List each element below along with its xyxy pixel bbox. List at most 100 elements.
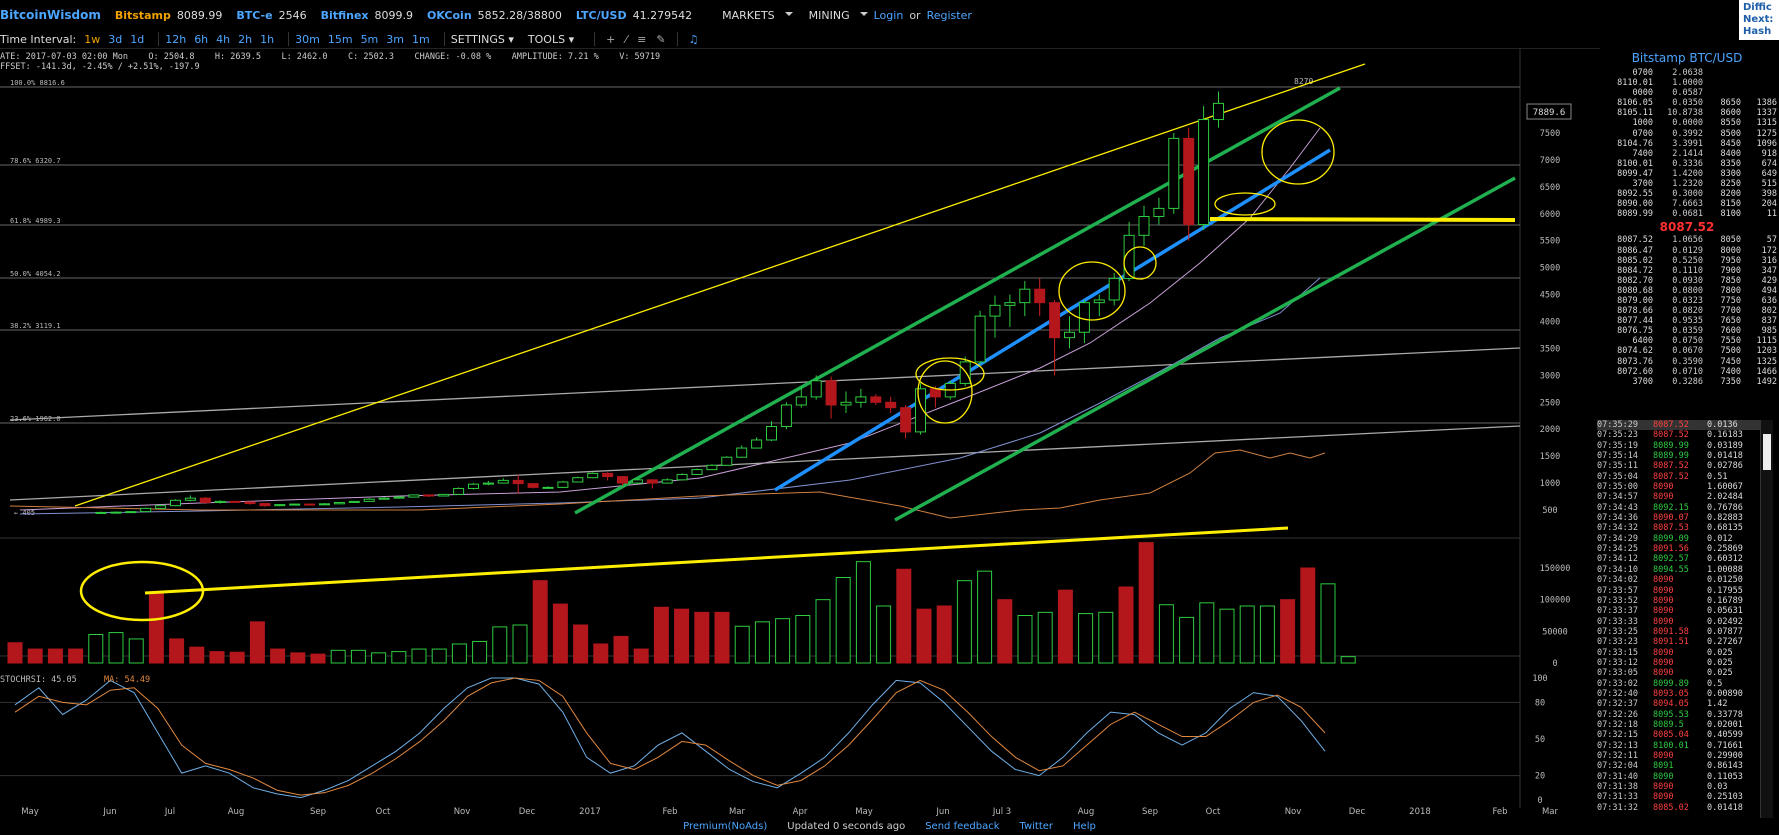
trades-scrollbar[interactable] (1760, 420, 1773, 818)
trade-price: 8087.52 (1653, 420, 1689, 430)
trade-time: 07:31:33 (1597, 792, 1638, 803)
trade-time: 07:31:38 (1597, 782, 1638, 793)
mining-menu[interactable]: MINING (809, 9, 868, 22)
ticker-exchange[interactable]: Bitstamp (115, 9, 171, 22)
trade-row: 07:33:05 8090 0.025 (1597, 668, 1765, 678)
register-link[interactable]: Register (927, 9, 972, 22)
login-link[interactable]: Login (874, 9, 904, 22)
settings-menu[interactable]: SETTINGS ▾ (451, 33, 514, 46)
orderbook-cell: 0.3286 (1672, 376, 1703, 387)
orderbook-cell: 7400 (1632, 148, 1653, 159)
price-tick-label: 5500 (1540, 237, 1560, 247)
interval-1w[interactable]: 1w (84, 33, 100, 46)
trade-price: 8087.53 (1653, 523, 1689, 534)
trade-price: 8090 (1653, 606, 1674, 617)
interval-6h[interactable]: 6h (194, 33, 208, 46)
trade-row: 07:33:23 8091.51 0.27267 (1597, 637, 1765, 647)
price-tick-label: 3500 (1540, 344, 1560, 354)
fib-tool-icon[interactable]: ≡ (637, 33, 646, 46)
draw-tool-icon[interactable]: ✎ (656, 33, 665, 46)
candle-body (170, 499, 181, 507)
candle-body (840, 401, 852, 406)
orderbook-cell: 8000 (1720, 245, 1741, 256)
candle-body (1153, 207, 1165, 217)
trade-price: 8090 (1653, 482, 1674, 493)
volume-bar (1098, 611, 1114, 664)
volume-bar (310, 653, 326, 664)
volume-bar (936, 605, 952, 664)
interval-12h[interactable]: 12h (165, 33, 186, 46)
candle-body (497, 479, 509, 484)
orderbook-cell: 0.5250 (1672, 255, 1703, 266)
interval-30m[interactable]: 30m (295, 33, 320, 46)
help-link[interactable]: Help (1073, 821, 1096, 832)
tools-menu[interactable]: TOOLS ▾ (528, 33, 574, 46)
orderbook-title: Bitstamp BTC/USD (1631, 51, 1743, 65)
trade-time: 07:33:57 (1597, 585, 1638, 596)
interval-5m[interactable]: 5m (361, 33, 379, 46)
trade-price: 8091.56 (1653, 544, 1689, 555)
candle-body (1019, 288, 1031, 304)
trade-time: 07:35:00 (1597, 482, 1638, 493)
interval-3m[interactable]: 3m (386, 33, 404, 46)
price-chart[interactable]: 100.0% 8816.6 78.6% 6320.7 61.8% 4989.3 50.… (0, 48, 1595, 818)
candle-body (646, 479, 658, 484)
trade-time: 07:35:19 (1597, 440, 1638, 451)
candle-body (870, 396, 882, 403)
volume-bar (290, 652, 306, 664)
candle-body (1093, 299, 1105, 304)
candle-body (110, 511, 122, 514)
trade-time: 07:33:25 (1597, 626, 1638, 637)
feedback-link[interactable]: Send feedback (925, 821, 999, 832)
trade-price: 8093.05 (1653, 688, 1689, 699)
trade-row: 07:33:15 8090 0.025 (1597, 648, 1765, 658)
interval-1m[interactable]: 1m (412, 33, 430, 46)
interval-1d[interactable]: 1d (130, 33, 144, 46)
ticker-exchange[interactable]: LTC/USD (576, 9, 627, 22)
interval-4h[interactable]: 4h (216, 33, 230, 46)
orderbook-cell: 8079.00 (1617, 295, 1653, 306)
trade-amount: 0.01250 (1707, 575, 1743, 586)
volume-bar (270, 648, 286, 664)
trade-row: 07:32:13 8100.01 0.71661 (1597, 741, 1765, 751)
orderbook-cell: 0.0820 (1672, 306, 1703, 317)
interval-1h[interactable]: 1h (260, 33, 274, 46)
fib-label: 50.0% 4054.2 (10, 270, 61, 278)
candle-body (915, 388, 926, 433)
site-logo[interactable]: BitcoinWisdom (0, 8, 101, 22)
candle-body (825, 380, 837, 406)
scroll-thumb[interactable] (1763, 434, 1771, 470)
fib-label: 61.8% 4989.3 (10, 217, 61, 225)
trade-amount: 0.03 (1707, 782, 1728, 793)
orderbook-cell: 0.3000 (1672, 189, 1703, 200)
orderbook-cell: 8450 (1720, 138, 1741, 149)
interval-15m[interactable]: 15m (328, 33, 353, 46)
markets-menu[interactable]: MARKETS (722, 9, 793, 22)
volume-bar (1340, 656, 1356, 664)
volume-bar (512, 624, 528, 664)
trade-time: 07:34:43 (1597, 502, 1638, 513)
interval-2h[interactable]: 2h (238, 33, 252, 46)
volume-bar (956, 580, 972, 664)
trade-time: 07:32:18 (1597, 719, 1638, 730)
interval-3d[interactable]: 3d (108, 33, 122, 46)
trade-amount: 0.025 (1707, 647, 1733, 658)
trade-row: 07:31:38 8090 0.03 (1597, 782, 1765, 792)
x-axis-label: Jul 3 (992, 807, 1011, 817)
orderbook-cell: 1115 (1756, 336, 1777, 347)
candle-body (1004, 302, 1016, 306)
candle-body (214, 500, 226, 503)
candle-body (378, 497, 390, 500)
ticker-exchange[interactable]: Bitfinex (321, 9, 369, 22)
ticker-exchange[interactable]: OKCoin (427, 9, 472, 22)
bell-icon[interactable]: ♫ (689, 33, 699, 46)
ticker-exchange[interactable]: BTC-e (236, 9, 272, 22)
line-tool-icon[interactable]: ⁄ (625, 33, 627, 46)
orderbook-cell: 8400 (1720, 148, 1741, 159)
premium-link[interactable]: Premium(NoAds) (683, 821, 767, 832)
crosshair-icon[interactable]: + (606, 33, 615, 46)
trade-time: 07:34:25 (1597, 544, 1638, 555)
trade-time: 07:32:04 (1597, 761, 1638, 772)
twitter-link[interactable]: Twitter (1020, 821, 1054, 832)
trade-row: 07:33:52 8090 0.16789 (1597, 596, 1765, 606)
